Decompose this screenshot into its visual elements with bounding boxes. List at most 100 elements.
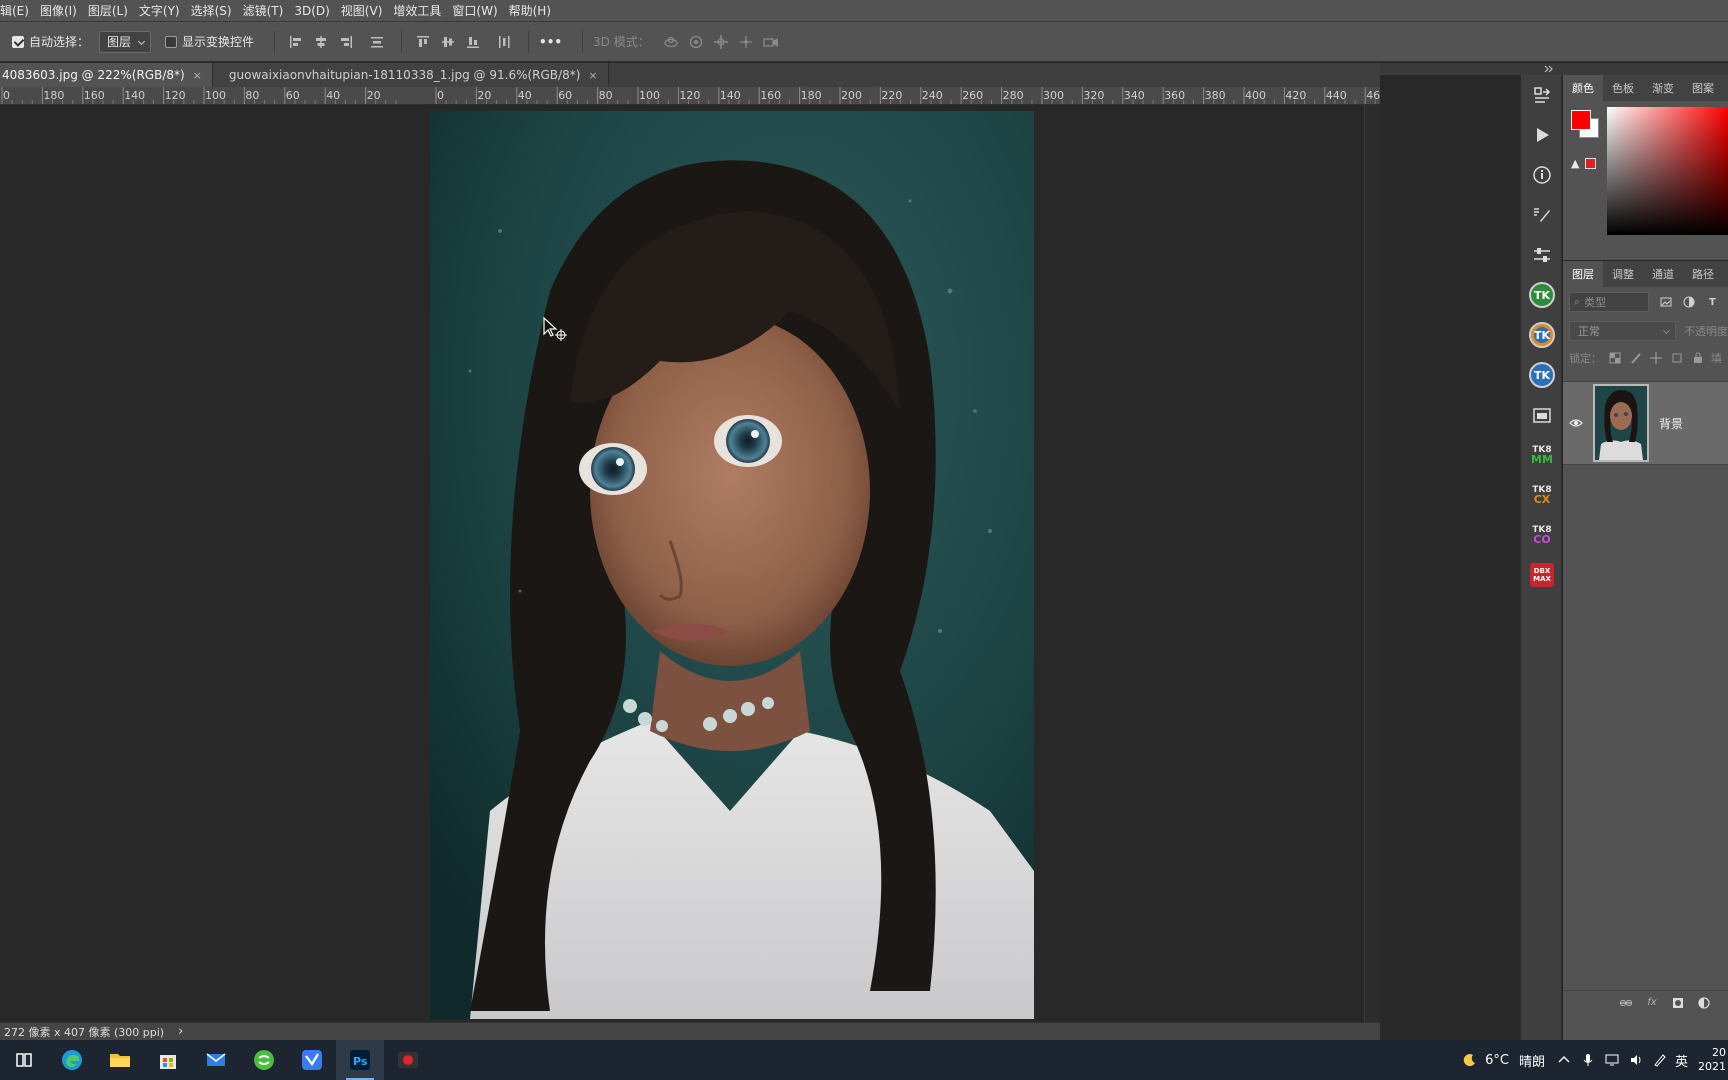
filter-image-icon[interactable] (1659, 294, 1674, 310)
menu-help[interactable]: 帮助(H) (509, 2, 551, 19)
history-icon[interactable] (1521, 75, 1563, 115)
new-adjustment-layer-icon[interactable] (1696, 995, 1712, 1011)
canvas-area[interactable] (0, 105, 1364, 1030)
document-image[interactable] (430, 111, 1034, 1019)
task-view-icon[interactable] (0, 1040, 48, 1080)
brush-settings-icon[interactable] (1521, 195, 1563, 235)
more-options-button[interactable]: ••• (539, 35, 562, 49)
tab-gradients[interactable]: 渐变 (1643, 75, 1683, 101)
screen-recorder-icon[interactable] (384, 1040, 432, 1080)
tk8-mm-icon[interactable]: TK8 MM (1521, 435, 1563, 475)
weather-temperature[interactable]: 6°C (1485, 1053, 1509, 1068)
lock-transparent-pixels-icon[interactable] (1608, 350, 1623, 366)
3d-orbit-icon[interactable] (660, 31, 682, 53)
tk-plugin-orange-icon[interactable]: TK (1521, 315, 1563, 355)
tab-color[interactable]: 颜色 (1563, 75, 1603, 101)
panel-collapse-bar[interactable] (1380, 63, 1728, 75)
layer-filter-input[interactable]: ⌕ 类型 (1569, 292, 1649, 312)
dbx-max-icon[interactable]: DBX MAX (1521, 555, 1563, 595)
input-method-indicator[interactable]: 英 (1675, 1051, 1688, 1070)
3d-camera-icon[interactable] (760, 31, 782, 53)
lock-image-pixels-icon[interactable] (1629, 350, 1644, 366)
file-explorer-icon[interactable] (96, 1040, 144, 1080)
tab-channels[interactable]: 通道 (1643, 261, 1683, 287)
tab-document-active[interactable]: 4083603.jpg @ 222%(RGB/8*) × (0, 63, 213, 87)
volume-icon[interactable] (1627, 1051, 1645, 1069)
menu-view[interactable]: 视图(V) (341, 2, 383, 19)
edge-browser-icon[interactable] (48, 1040, 96, 1080)
align-left-icon[interactable] (285, 31, 307, 53)
add-mask-icon[interactable] (1670, 995, 1686, 1011)
lock-position-icon[interactable] (1649, 350, 1664, 366)
tab-layers[interactable]: 图层 (1563, 261, 1603, 287)
align-vertical-center-icon[interactable] (437, 31, 459, 53)
close-icon[interactable]: × (588, 69, 597, 82)
3d-pan-icon[interactable] (710, 31, 732, 53)
tab-adjustments[interactable]: 调整 (1603, 261, 1643, 287)
auto-select-checkbox[interactable] (12, 35, 24, 48)
blend-mode-dropdown[interactable]: 正常 (1569, 321, 1676, 341)
weather-condition[interactable]: 晴朗 (1519, 1051, 1545, 1070)
horizontal-ruler[interactable]: 0 180 160 140 120 100 80 60 40 20 0 20 40 60 80 100 120 1… (0, 87, 1380, 105)
tab-patterns[interactable]: 图案 (1683, 75, 1723, 101)
layer-row-background[interactable]: 背景 (1563, 381, 1728, 465)
tk-plugin-green-icon[interactable]: TK (1521, 275, 1563, 315)
distribute-horizontal-icon[interactable] (493, 31, 515, 53)
filter-type-icon[interactable]: T (1705, 294, 1720, 310)
distribute-vertical-icon[interactable] (366, 31, 388, 53)
close-icon[interactable]: × (193, 69, 202, 82)
layer-name[interactable]: 背景 (1659, 415, 1683, 432)
gamut-warning-icon[interactable]: ▲ (1571, 157, 1579, 170)
chevron-up-icon[interactable] (1555, 1051, 1573, 1069)
photoshop-icon[interactable]: Ps (336, 1040, 384, 1080)
gamut-warning-swatch[interactable] (1585, 158, 1596, 169)
menu-type[interactable]: 文字(Y) (139, 2, 180, 19)
tab-swatches[interactable]: 色板 (1603, 75, 1643, 101)
pen-icon[interactable] (1651, 1051, 1669, 1069)
3d-roll-icon[interactable] (685, 31, 707, 53)
lock-all-icon[interactable] (1690, 350, 1705, 366)
auto-select-target-dropdown[interactable]: 图层 (99, 30, 152, 53)
status-menu-arrow[interactable]: › (178, 1024, 183, 1039)
feishu-app-icon[interactable] (288, 1040, 336, 1080)
vertical-scrollbar[interactable] (1364, 105, 1380, 1030)
info-icon[interactable] (1521, 155, 1563, 195)
filter-adjustment-icon[interactable] (1682, 294, 1697, 310)
3d-slide-icon[interactable] (735, 31, 757, 53)
menu-filter[interactable]: 滤镜(T) (243, 2, 284, 19)
align-bottom-icon[interactable] (462, 31, 484, 53)
color-spectrum-picker[interactable] (1607, 107, 1728, 235)
microphone-icon[interactable] (1579, 1051, 1597, 1069)
layer-effects-icon[interactable]: fx (1644, 995, 1660, 1011)
menu-image[interactable]: 图像(I) (40, 2, 77, 19)
menu-window[interactable]: 窗口(W) (452, 2, 497, 19)
tab-paths[interactable]: 路径 (1683, 261, 1723, 287)
adjust-sliders-icon[interactable] (1521, 235, 1563, 275)
tab-document-inactive[interactable]: guowaixiaonvhaitupian-18110338_1.jpg @ 9… (212, 63, 609, 87)
tk8-co-icon[interactable]: TK8 CO (1521, 515, 1563, 555)
show-transform-controls-checkbox[interactable] (165, 35, 178, 48)
align-horizontal-center-icon[interactable] (310, 31, 332, 53)
menu-layer[interactable]: 图层(L) (88, 2, 128, 19)
menu-plugins[interactable]: 增效工具 (393, 2, 441, 19)
menu-3d[interactable]: 3D(D) (294, 4, 329, 18)
menu-select[interactable]: 选择(S) (191, 2, 232, 19)
microsoft-store-icon[interactable] (144, 1040, 192, 1080)
clock[interactable]: 20 2021 (1698, 1046, 1726, 1074)
align-top-icon[interactable] (412, 31, 434, 53)
mail-icon[interactable] (192, 1040, 240, 1080)
double-chevron-right-icon[interactable] (1544, 65, 1554, 73)
moon-weather-icon[interactable] (1461, 1051, 1479, 1069)
eye-visibility-icon[interactable] (1563, 418, 1589, 428)
green-app-icon[interactable] (240, 1040, 288, 1080)
actions-play-icon[interactable] (1521, 115, 1563, 155)
libraries-icon[interactable] (1521, 395, 1563, 435)
align-right-icon[interactable] (335, 31, 357, 53)
lock-artboard-icon[interactable] (1670, 350, 1685, 366)
tk-plugin-blue-icon[interactable]: TK (1521, 355, 1563, 395)
network-icon[interactable] (1603, 1051, 1621, 1069)
tk8-cx-icon[interactable]: TK8 CX (1521, 475, 1563, 515)
menu-edit[interactable]: 辑(E) (0, 2, 29, 19)
foreground-color-swatch[interactable] (1571, 110, 1591, 130)
link-layers-icon[interactable] (1618, 995, 1634, 1011)
